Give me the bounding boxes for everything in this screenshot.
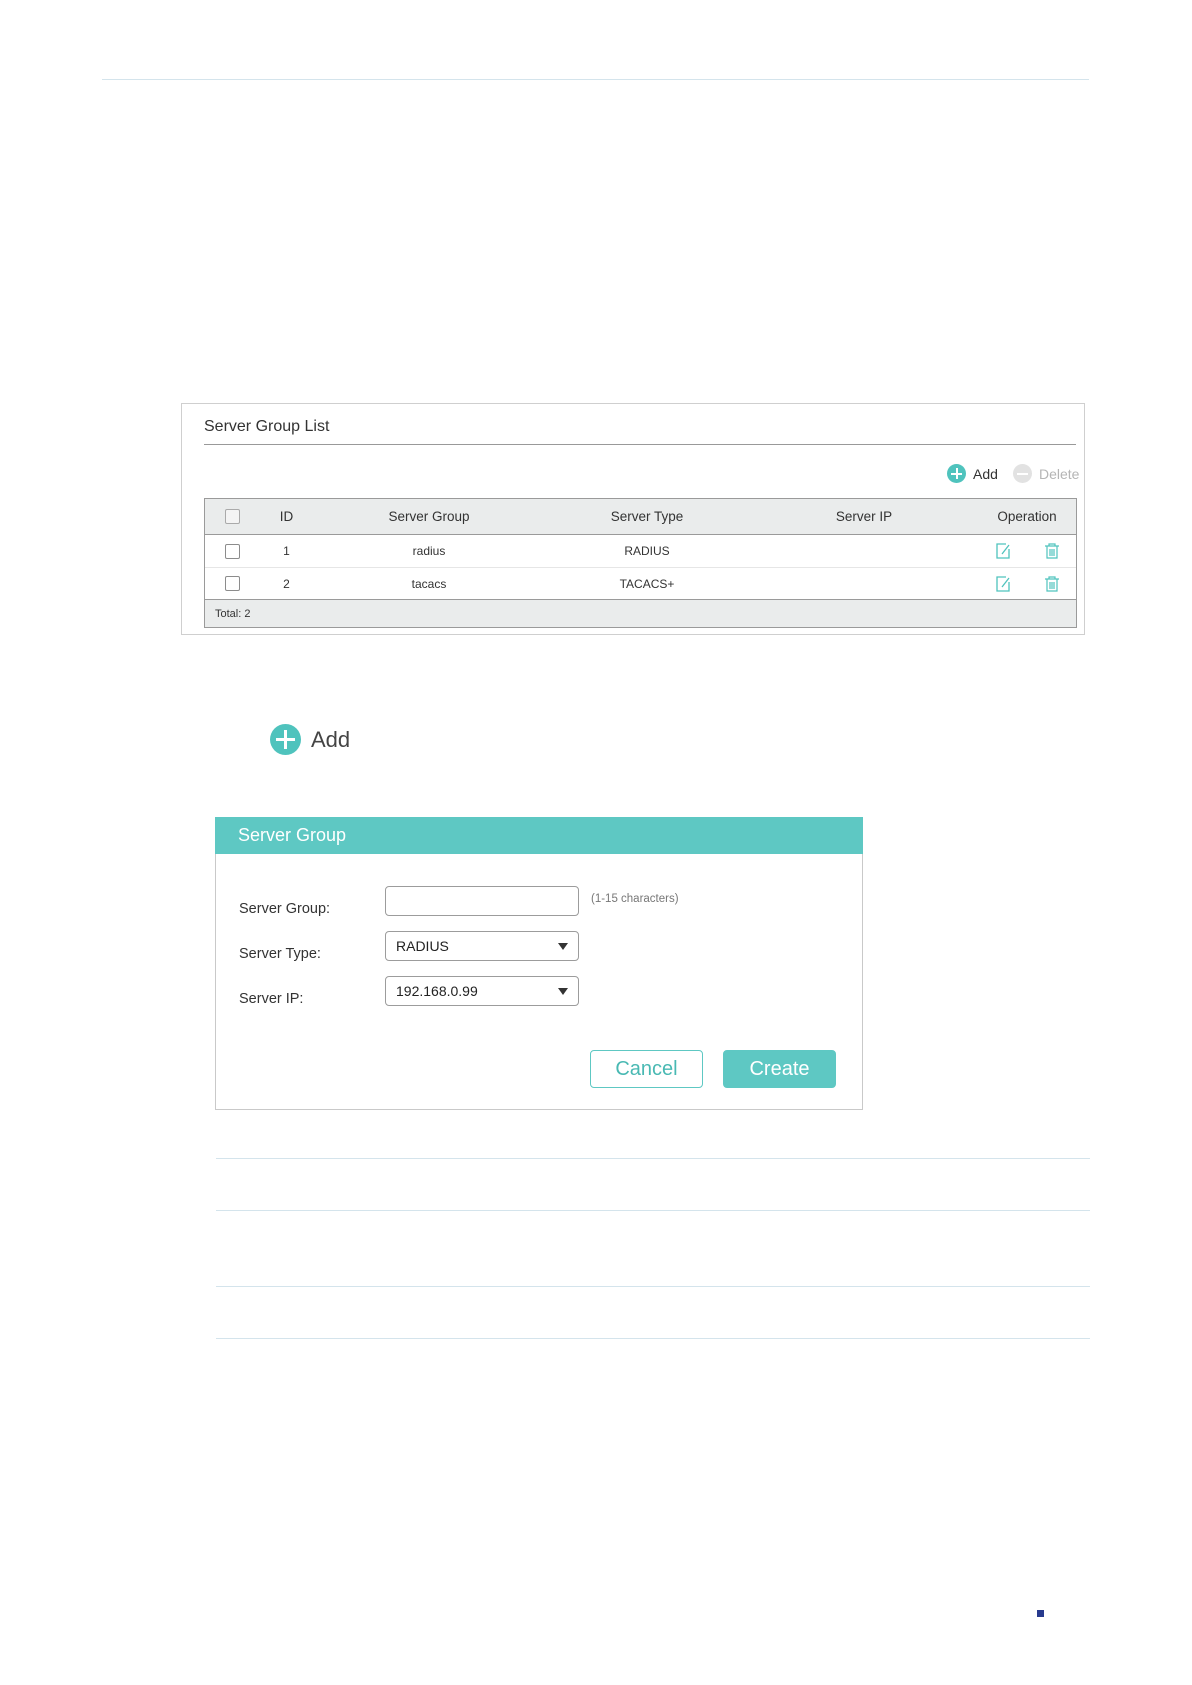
column-header-id: ID [279, 509, 294, 524]
row-checkbox[interactable] [224, 543, 240, 559]
select-all-cell [205, 509, 259, 524]
plus-circle-icon [270, 724, 301, 755]
edit-icon[interactable] [994, 542, 1012, 560]
column-header-operation: Operation [997, 509, 1057, 524]
trash-icon[interactable] [1043, 575, 1061, 593]
row-server-group: radius [412, 544, 446, 558]
add-button[interactable]: Add [947, 464, 998, 483]
row-server-type: TACACS+ [619, 576, 675, 591]
row-checkbox[interactable] [224, 576, 240, 591]
row-id: 1 [283, 544, 290, 558]
delete-button-label: Delete [1039, 465, 1080, 482]
server-type-select[interactable]: RADIUS [385, 931, 579, 961]
row-operations [978, 575, 1076, 593]
cancel-button[interactable]: Cancel [590, 1050, 703, 1088]
server-ip-label: Server IP: [239, 991, 304, 1007]
table-footer: Total: 2 [205, 599, 1076, 627]
table-rule [216, 1286, 1090, 1287]
table-header-row: ID Server Group Server Type Server IP Op… [205, 499, 1076, 535]
trash-icon[interactable] [1043, 542, 1061, 560]
title-divider [204, 444, 1076, 445]
row-select-cell [205, 543, 259, 559]
dropdown-caret-icon [558, 987, 568, 995]
dialog-title: Server Group [215, 817, 863, 854]
table-rule [216, 1338, 1090, 1339]
add-button-label: Add [973, 465, 998, 482]
page-top-rule [102, 79, 1089, 80]
create-button[interactable]: Create [723, 1050, 836, 1088]
plus-circle-icon [947, 464, 966, 483]
page-marker [1037, 1610, 1044, 1617]
row-operations [978, 542, 1076, 560]
table-rule [216, 1210, 1090, 1211]
table-row: 1 radius RADIUS [205, 535, 1076, 567]
row-id: 2 [283, 576, 290, 591]
row-select-cell [205, 576, 259, 591]
server-group-dialog: Server Group Server Group: (1-15 charact… [215, 817, 863, 1110]
server-ip-value: 192.168.0.99 [396, 983, 478, 999]
panel-title: Server Group List [204, 418, 330, 435]
server-group-hint: (1-15 characters) [591, 893, 679, 905]
server-type-value: RADIUS [396, 938, 449, 954]
delete-button[interactable]: Delete [1013, 464, 1079, 483]
column-header-server-group: Server Group [388, 509, 470, 524]
server-group-label: Server Group: [239, 901, 331, 917]
minus-circle-icon [1013, 464, 1032, 483]
server-group-list-panel: Server Group List Add Delete ID Server G… [181, 403, 1085, 635]
row-server-group: tacacs [411, 576, 447, 591]
edit-icon[interactable] [994, 575, 1012, 593]
total-count: Total: 2 [215, 607, 251, 620]
dropdown-caret-icon [558, 942, 568, 950]
table-row: 2 tacacs TACACS+ [205, 567, 1076, 599]
table-rule [216, 1158, 1090, 1159]
add-button-large-label: Add [311, 726, 351, 752]
server-ip-select[interactable]: 192.168.0.99 [385, 976, 579, 1006]
column-header-server-type: Server Type [610, 509, 684, 524]
server-type-label: Server Type: [239, 946, 321, 962]
select-all-checkbox[interactable] [224, 509, 240, 524]
column-header-server-ip: Server IP [835, 509, 893, 524]
add-button-large[interactable]: Add [270, 724, 350, 755]
row-server-type: RADIUS [624, 544, 670, 558]
server-group-input[interactable] [385, 886, 579, 916]
server-group-table: ID Server Group Server Type Server IP Op… [204, 498, 1077, 628]
